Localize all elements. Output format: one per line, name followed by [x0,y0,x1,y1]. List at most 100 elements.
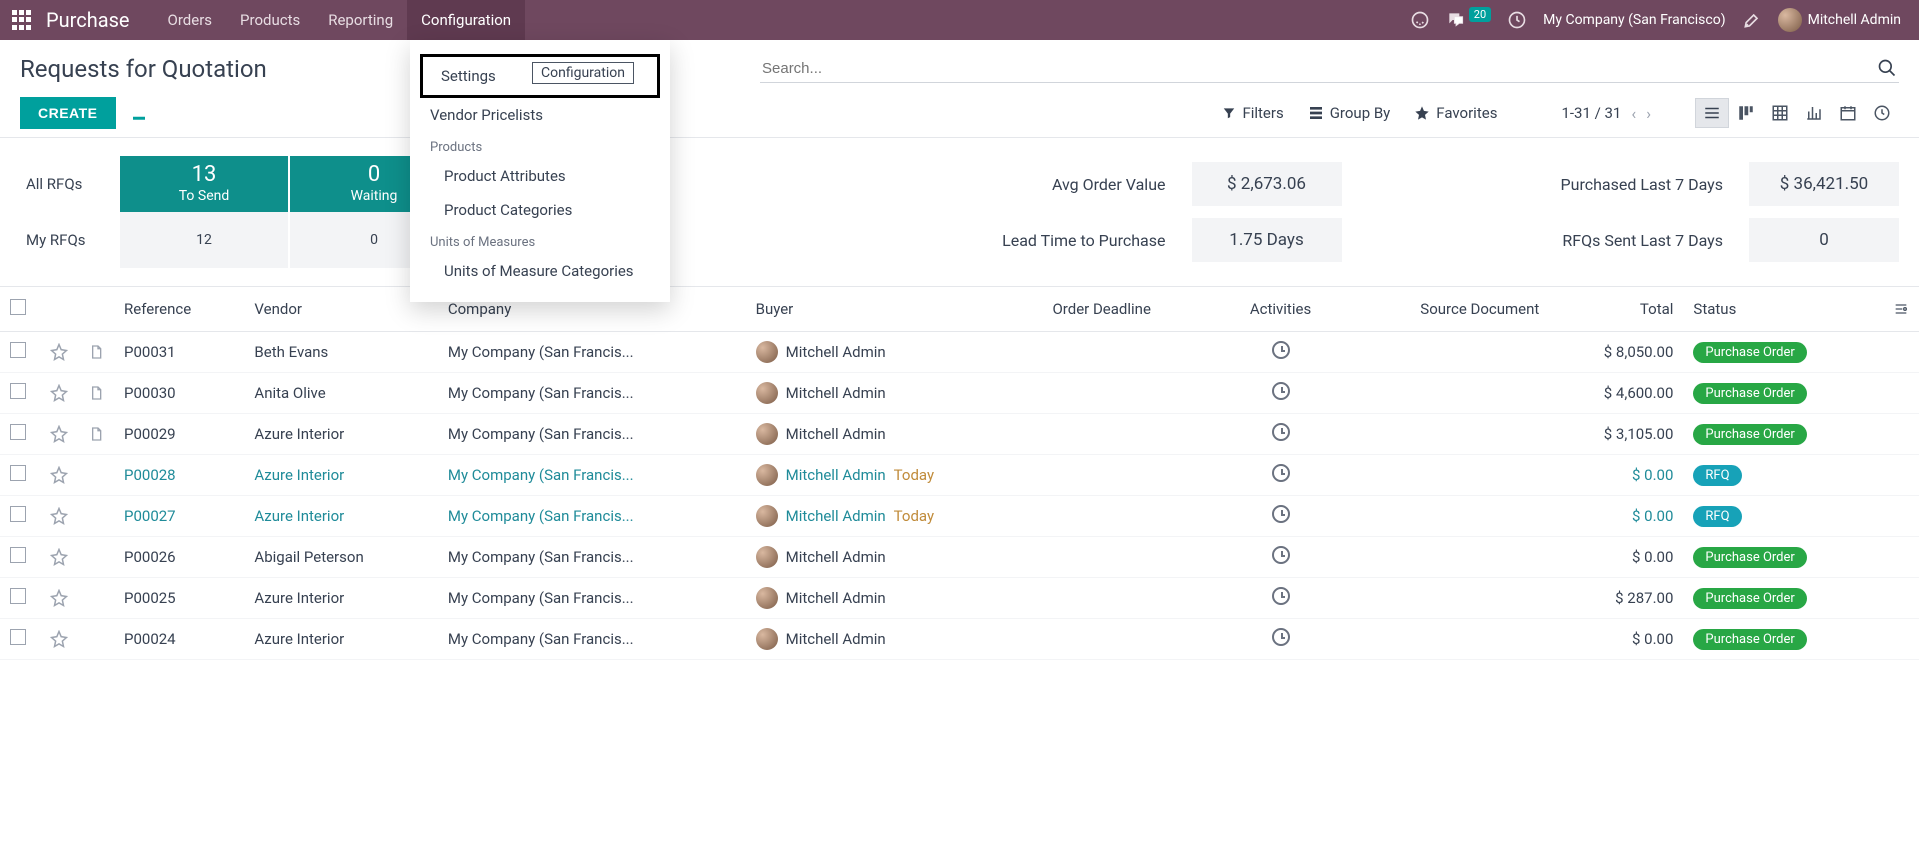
optional-columns-icon[interactable] [1893,301,1909,317]
col-buyer[interactable]: Buyer [746,287,1043,332]
table-row[interactable]: P00026Abigail PetersonMy Company (San Fr… [0,537,1919,578]
favorites-button[interactable]: Favorites [1414,104,1497,122]
cell-reference: P00026 [114,537,244,578]
cell-activities[interactable] [1220,373,1342,414]
select-all-checkbox[interactable] [10,299,26,315]
cell-total: $ 4,600.00 [1549,373,1683,414]
create-button[interactable]: CREATE [20,97,116,129]
cell-activities[interactable] [1220,332,1342,373]
clock-icon[interactable] [1272,546,1290,564]
star-icon[interactable] [50,548,68,566]
cell-activities[interactable] [1220,496,1342,537]
row-checkbox[interactable] [10,588,26,604]
table-row[interactable]: P00025Azure InteriorMy Company (San Fran… [0,578,1919,619]
clock-icon[interactable] [1272,587,1290,605]
row-checkbox[interactable] [10,465,26,481]
star-icon[interactable] [50,343,68,361]
company-switcher[interactable]: My Company (San Francisco) [1543,12,1725,28]
search-icon[interactable] [1877,58,1897,78]
activities-icon[interactable] [1507,10,1527,30]
status-badge: Purchase Order [1693,383,1806,404]
buyer-avatar [756,628,778,650]
star-icon[interactable] [50,630,68,648]
pager-next-icon[interactable]: › [1646,104,1651,123]
star-icon[interactable] [50,589,68,607]
col-vendor[interactable]: Vendor [244,287,437,332]
clock-icon[interactable] [1272,341,1290,359]
buyer-avatar [756,382,778,404]
row-checkbox[interactable] [10,547,26,563]
groupby-button[interactable]: Group By [1308,104,1391,122]
cell-activities[interactable] [1220,578,1342,619]
cell-deadline-col [1042,537,1219,578]
nav-configuration[interactable]: Configuration [407,0,525,40]
row-checkbox[interactable] [10,342,26,358]
dd-product-categories[interactable]: Product Categories [410,193,670,227]
status-badge: Purchase Order [1693,547,1806,568]
star-icon[interactable] [50,507,68,525]
table-row[interactable]: P00028Azure InteriorMy Company (San Fran… [0,455,1919,496]
app-name[interactable]: Purchase [46,8,130,32]
view-calendar-icon[interactable] [1831,98,1865,128]
table-row[interactable]: P00030Anita OliveMy Company (San Francis… [0,373,1919,414]
user-menu[interactable]: Mitchell Admin [1778,8,1901,32]
support-icon[interactable] [1410,10,1430,30]
col-status[interactable]: Status [1683,287,1883,332]
debug-icon[interactable] [1742,10,1762,30]
buyer-avatar [756,423,778,445]
table-row[interactable]: P00029Azure InteriorMy Company (San Fran… [0,414,1919,455]
col-reference[interactable]: Reference [114,287,244,332]
dash-row-my[interactable]: My RFQs [20,212,120,268]
cell-source [1341,455,1549,496]
dd-units-of-measure-categories[interactable]: Units of Measure Categories [410,254,670,288]
row-checkbox[interactable] [10,383,26,399]
row-checkbox[interactable] [10,424,26,440]
cell-activities[interactable] [1220,414,1342,455]
row-checkbox[interactable] [10,629,26,645]
cell-activities[interactable] [1220,537,1342,578]
search-box[interactable] [760,54,1899,83]
clock-icon[interactable] [1272,423,1290,441]
dd-vendor-pricelists[interactable]: Vendor Pricelists [410,98,670,132]
col-deadline[interactable]: Order Deadline [1042,287,1219,332]
clock-icon[interactable] [1272,382,1290,400]
cell-activities[interactable] [1220,455,1342,496]
view-graph-icon[interactable] [1797,98,1831,128]
cell-activities[interactable] [1220,619,1342,660]
dash-card-tosend[interactable]: 13 To Send [120,156,290,212]
star-icon[interactable] [50,425,68,443]
cell-total: $ 0.00 [1549,496,1683,537]
star-icon[interactable] [50,466,68,484]
pager-prev-icon[interactable]: ‹ [1631,104,1636,123]
nav-orders[interactable]: Orders [154,0,227,40]
table-row[interactable]: P00024Azure InteriorMy Company (San Fran… [0,619,1919,660]
document-icon[interactable] [88,344,104,360]
messages-icon[interactable]: 20 [1446,10,1491,30]
view-kanban-icon[interactable] [1729,98,1763,128]
view-activity-icon[interactable] [1865,98,1899,128]
col-activities[interactable]: Activities [1220,287,1342,332]
apps-icon[interactable] [10,8,34,32]
document-icon[interactable] [88,385,104,401]
import-icon[interactable] [130,104,148,122]
view-list-icon[interactable] [1695,98,1729,128]
col-total[interactable]: Total [1549,287,1683,332]
view-pivot-icon[interactable] [1763,98,1797,128]
table-row[interactable]: P00027Azure InteriorMy Company (San Fran… [0,496,1919,537]
dash-row-all[interactable]: All RFQs [20,156,120,212]
search-input[interactable] [762,60,1877,77]
clock-icon[interactable] [1272,464,1290,482]
col-source[interactable]: Source Document [1341,287,1549,332]
star-icon[interactable] [50,384,68,402]
document-icon[interactable] [88,426,104,442]
nav-reporting[interactable]: Reporting [314,0,407,40]
filters-button[interactable]: Filters [1222,104,1283,122]
clock-icon[interactable] [1272,505,1290,523]
dd-product-attributes[interactable]: Product Attributes [410,159,670,193]
row-checkbox[interactable] [10,506,26,522]
clock-icon[interactable] [1272,628,1290,646]
table-row[interactable]: P00031Beth EvansMy Company (San Francis.… [0,332,1919,373]
nav-products[interactable]: Products [226,0,314,40]
dd-units-of-measures: Units of Measures [410,227,670,254]
cell-source [1341,619,1549,660]
